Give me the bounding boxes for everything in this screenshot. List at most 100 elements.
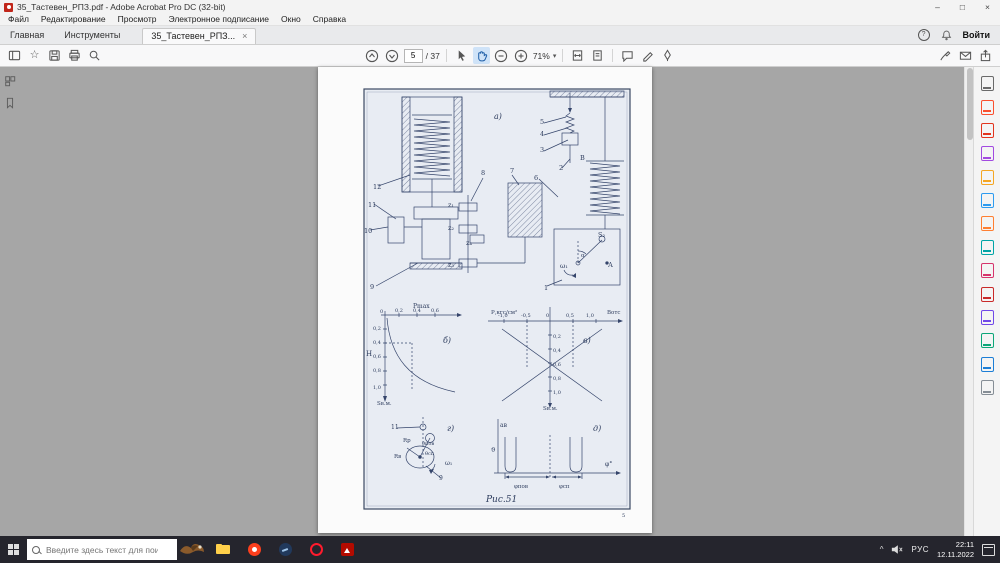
tray-date: 12.11.2022 [937, 550, 974, 559]
zoom-dropdown-caret-icon[interactable]: ▾ [553, 52, 557, 60]
figure-label: 0,5 [566, 313, 574, 319]
highlighter-pencil-icon[interactable] [639, 47, 656, 64]
export-pdf-tool-icon[interactable] [981, 100, 994, 115]
scan-ocr-tool-icon[interactable] [981, 357, 994, 372]
title-bar: 35_Тастевен_РПЗ.pdf - Adobe Acrobat Pro … [0, 0, 1000, 14]
figure-label: ω₁ [560, 262, 568, 270]
edit-pdf-tool-icon[interactable] [981, 146, 994, 161]
protect-tool-icon[interactable] [981, 287, 994, 302]
send-mail-icon[interactable] [957, 47, 974, 64]
document-tab[interactable]: 35_Тастевен_РПЗ... × [142, 28, 256, 44]
favorites-star-icon[interactable]: ☆ [26, 47, 43, 64]
zoom-level-value[interactable]: 71% [533, 51, 550, 61]
taskbar-search-input[interactable] [44, 544, 160, 556]
figure-label: г) [447, 424, 454, 433]
figure-label: -1,0 [498, 313, 508, 319]
language-indicator[interactable]: РУС [911, 545, 929, 554]
tab-tools[interactable]: Инструменты [54, 27, 130, 44]
figure-label: θпов [422, 441, 434, 447]
more-tools-tool-icon[interactable] [981, 380, 994, 395]
fill-sign-pen-icon[interactable] [659, 47, 676, 64]
taskbar-clock[interactable]: 22:11 12.11.2022 [937, 540, 974, 559]
menu-view[interactable]: Просмотр [112, 14, 163, 25]
close-button[interactable]: × [975, 0, 1000, 14]
menu-esign[interactable]: Электронное подписание [163, 14, 275, 25]
toolbar-divider [612, 49, 613, 62]
volume-icon[interactable] [891, 544, 903, 555]
figure-label: 0,6 [553, 362, 561, 368]
file-explorer-taskbar-icon[interactable] [211, 538, 235, 562]
zoom-out-icon[interactable] [493, 47, 510, 64]
menu-edit[interactable]: Редактирование [35, 14, 112, 25]
help-icon[interactable]: ? [918, 29, 930, 41]
previous-page-icon[interactable] [364, 47, 381, 64]
start-button[interactable] [0, 536, 27, 563]
figure-label: 0 [546, 313, 549, 319]
figure-label: 1,0 [373, 385, 381, 391]
tray-chevron-up-icon[interactable]: ^ [880, 545, 884, 554]
menu-bar: Файл Редактирование Просмотр Электронное… [0, 14, 1000, 26]
create-pdf-tool-icon[interactable] [981, 123, 994, 138]
notifications-bell-icon[interactable] [941, 29, 952, 41]
figure-label: 10 [364, 227, 372, 235]
menu-window[interactable]: Окно [275, 14, 307, 25]
yandex-browser-taskbar-icon[interactable] [242, 538, 266, 562]
select-tool-icon[interactable] [453, 47, 470, 64]
comment-bubble-icon[interactable] [619, 47, 636, 64]
combine-files-tool-icon[interactable] [981, 193, 994, 208]
request-signatures-tool-icon[interactable] [981, 333, 994, 348]
fit-width-icon[interactable] [569, 47, 586, 64]
figure-label: 4 [540, 130, 544, 138]
minimize-button[interactable]: – [925, 0, 950, 14]
figure-label: Rв [394, 454, 401, 460]
menu-file[interactable]: Файл [2, 14, 35, 25]
sidebar-toggle-icon[interactable] [6, 47, 23, 64]
navigation-rail [0, 67, 20, 109]
menu-help[interactable]: Справка [307, 14, 352, 25]
system-tray: ^ РУС 22:11 12.11.2022 [880, 540, 1000, 559]
search-highlight-eagle-image[interactable] [177, 536, 207, 563]
figure-label: в) [583, 336, 591, 345]
figure-label: В [580, 154, 585, 162]
ink-signature-pen-icon[interactable] [937, 47, 954, 64]
acrobat-taskbar-icon[interactable] [335, 538, 359, 562]
figure-label: Rр [403, 438, 411, 444]
figure-label: z₁ [448, 201, 454, 209]
figure-label: Sв.м. [543, 406, 558, 412]
figure-label: 8 [481, 169, 485, 177]
opera-taskbar-icon[interactable] [304, 538, 328, 562]
maximize-button[interactable]: □ [950, 0, 975, 14]
figure-label: α [581, 253, 585, 259]
tab-home[interactable]: Главная [0, 27, 54, 44]
document-tab-close-icon[interactable]: × [242, 29, 247, 44]
page-thumbnails-icon[interactable] [4, 75, 16, 87]
document-area[interactable]: а)121110987z₁z₂z₄z₃543В26S₂Аω₁α1Рmax00,2… [0, 67, 1000, 536]
compress-pdf-tool-icon[interactable] [981, 240, 994, 255]
scrollbar-thumb[interactable] [967, 68, 973, 140]
next-page-icon[interactable] [384, 47, 401, 64]
window-controls: – □ × [925, 0, 1000, 14]
print-icon[interactable] [66, 47, 83, 64]
search-icon[interactable] [86, 47, 103, 64]
taskbar-search[interactable] [27, 539, 177, 560]
hand-tool-icon[interactable] [473, 47, 490, 64]
figure-label: S₂ [598, 231, 605, 239]
sign-in-button[interactable]: Войти [963, 30, 990, 40]
figure-label: ω₁ [445, 460, 452, 467]
redact-tool-icon[interactable] [981, 263, 994, 278]
organize-pages-tool-icon[interactable] [981, 216, 994, 231]
figure-label: 0 [380, 309, 383, 315]
figure-label: 0,4 [373, 340, 381, 346]
app-dark-taskbar-icon[interactable] [273, 538, 297, 562]
fit-page-icon[interactable] [589, 47, 606, 64]
comment-tool-icon[interactable] [981, 170, 994, 185]
fill-sign-tool-icon[interactable] [981, 310, 994, 325]
search-tool-icon[interactable] [981, 76, 994, 91]
bookmarks-icon[interactable] [4, 97, 16, 109]
zoom-in-icon[interactable] [513, 47, 530, 64]
save-icon[interactable] [46, 47, 63, 64]
share-icon[interactable] [977, 47, 994, 64]
action-center-icon[interactable] [982, 544, 995, 556]
figure-label: φсп [559, 484, 570, 490]
page-number-input[interactable] [404, 49, 423, 63]
